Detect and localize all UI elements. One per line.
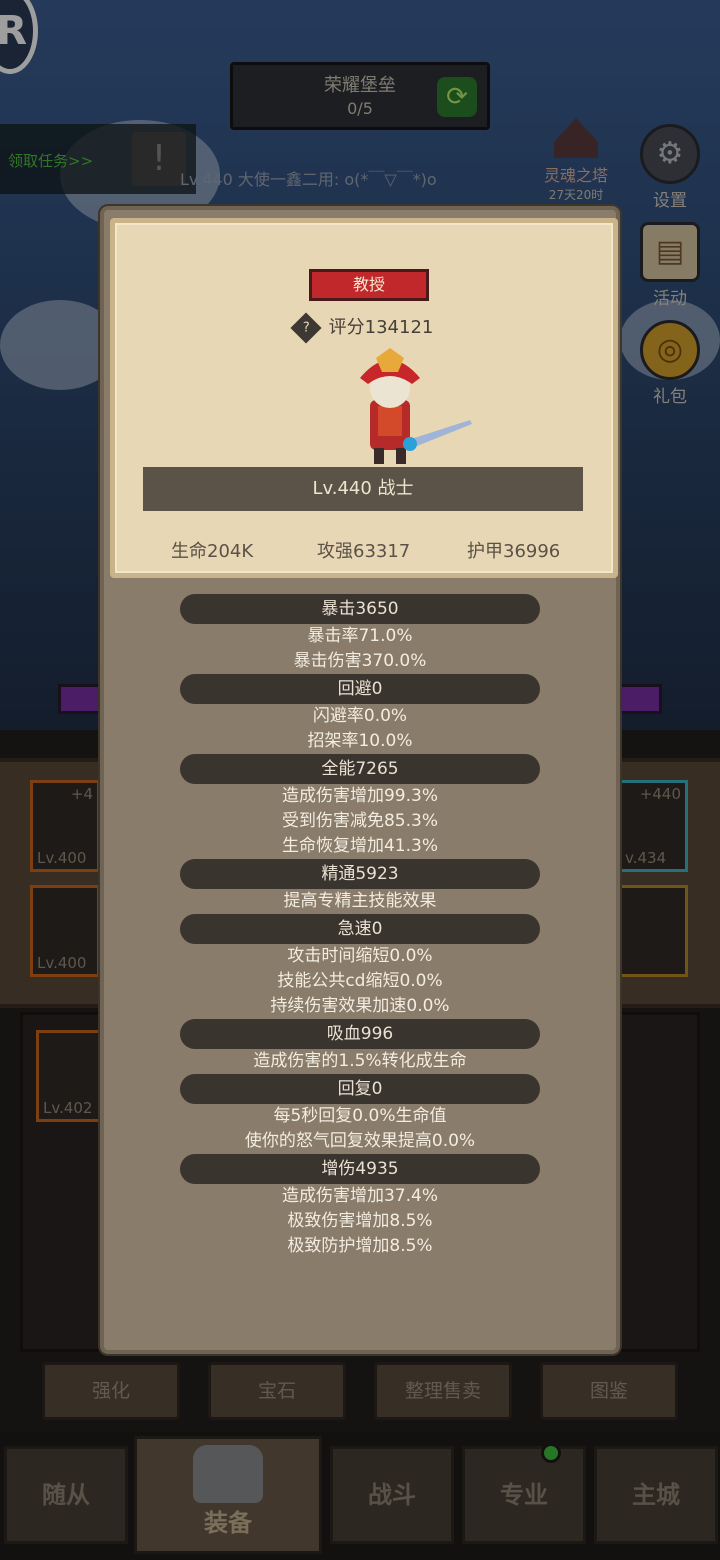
stat-line: 提高专精主技能效果 <box>283 891 437 911</box>
question-icon[interactable]: ? <box>290 312 322 344</box>
stat-line: 持续伤害效果加速0.0% <box>270 996 450 1016</box>
stat-line: 暴击伤害370.0% <box>293 651 427 671</box>
armor-stat: 护甲36996 <box>467 541 561 562</box>
stat-line: 闪避率0.0% <box>312 706 408 726</box>
stat-line: 每5秒回复0.0%生命值 <box>273 1106 447 1126</box>
score-row: ? 评分134121 <box>115 312 613 344</box>
stat-line: 造成伤害增加99.3% <box>281 786 438 806</box>
level-class-bar: Lv.440 战士 <box>143 467 583 511</box>
stat-group-header: 回避0 <box>180 674 540 704</box>
stat-line: 造成伤害增加37.4% <box>281 1186 438 1206</box>
stat-line: 暴击率71.0% <box>307 626 413 646</box>
warrior-avatar <box>360 348 472 464</box>
stat-group-header: 全能7265 <box>180 754 540 784</box>
character-stats-popup: 教授 ? 评分134121 Lv.440 战士 生命204K 攻强63317 护甲… <box>100 206 620 1354</box>
stat-group-header: 吸血996 <box>180 1019 540 1049</box>
attack-stat: 攻强63317 <box>317 541 411 562</box>
stat-line: 生命恢复增加41.3% <box>281 836 438 856</box>
stat-line: 极致防护增加8.5% <box>287 1236 433 1256</box>
stat-group-header: 急速0 <box>180 914 540 944</box>
hp-stat: 生命204K <box>171 541 254 562</box>
character-card: 教授 ? 评分134121 Lv.440 战士 生命204K 攻强63317 护甲… <box>110 218 618 578</box>
title-badge: 教授 <box>309 269 429 301</box>
stat-line: 技能公共cd缩短0.0% <box>277 971 443 991</box>
stat-line: 极致伤害增加8.5% <box>287 1211 433 1231</box>
stat-line: 攻击时间缩短0.0% <box>287 946 433 966</box>
score-label: 评分134121 <box>328 317 434 338</box>
stat-group-header: 回复0 <box>180 1074 540 1104</box>
stat-line: 造成伤害的1.5%转化成生命 <box>253 1051 467 1071</box>
stat-list: 暴击3650 暴击率71.0% 暴击伤害370.0% 回避0 闪避率0.0% 招… <box>104 594 616 1259</box>
stat-line: 受到伤害减免85.3% <box>281 811 438 831</box>
stat-line: 招架率10.0% <box>307 731 413 751</box>
stat-group-header: 增伤4935 <box>180 1154 540 1184</box>
stat-group-header: 精通5923 <box>180 859 540 889</box>
stat-group-header: 暴击3650 <box>180 594 540 624</box>
stat-line: 使你的怒气回复效果提高0.0% <box>244 1131 476 1151</box>
